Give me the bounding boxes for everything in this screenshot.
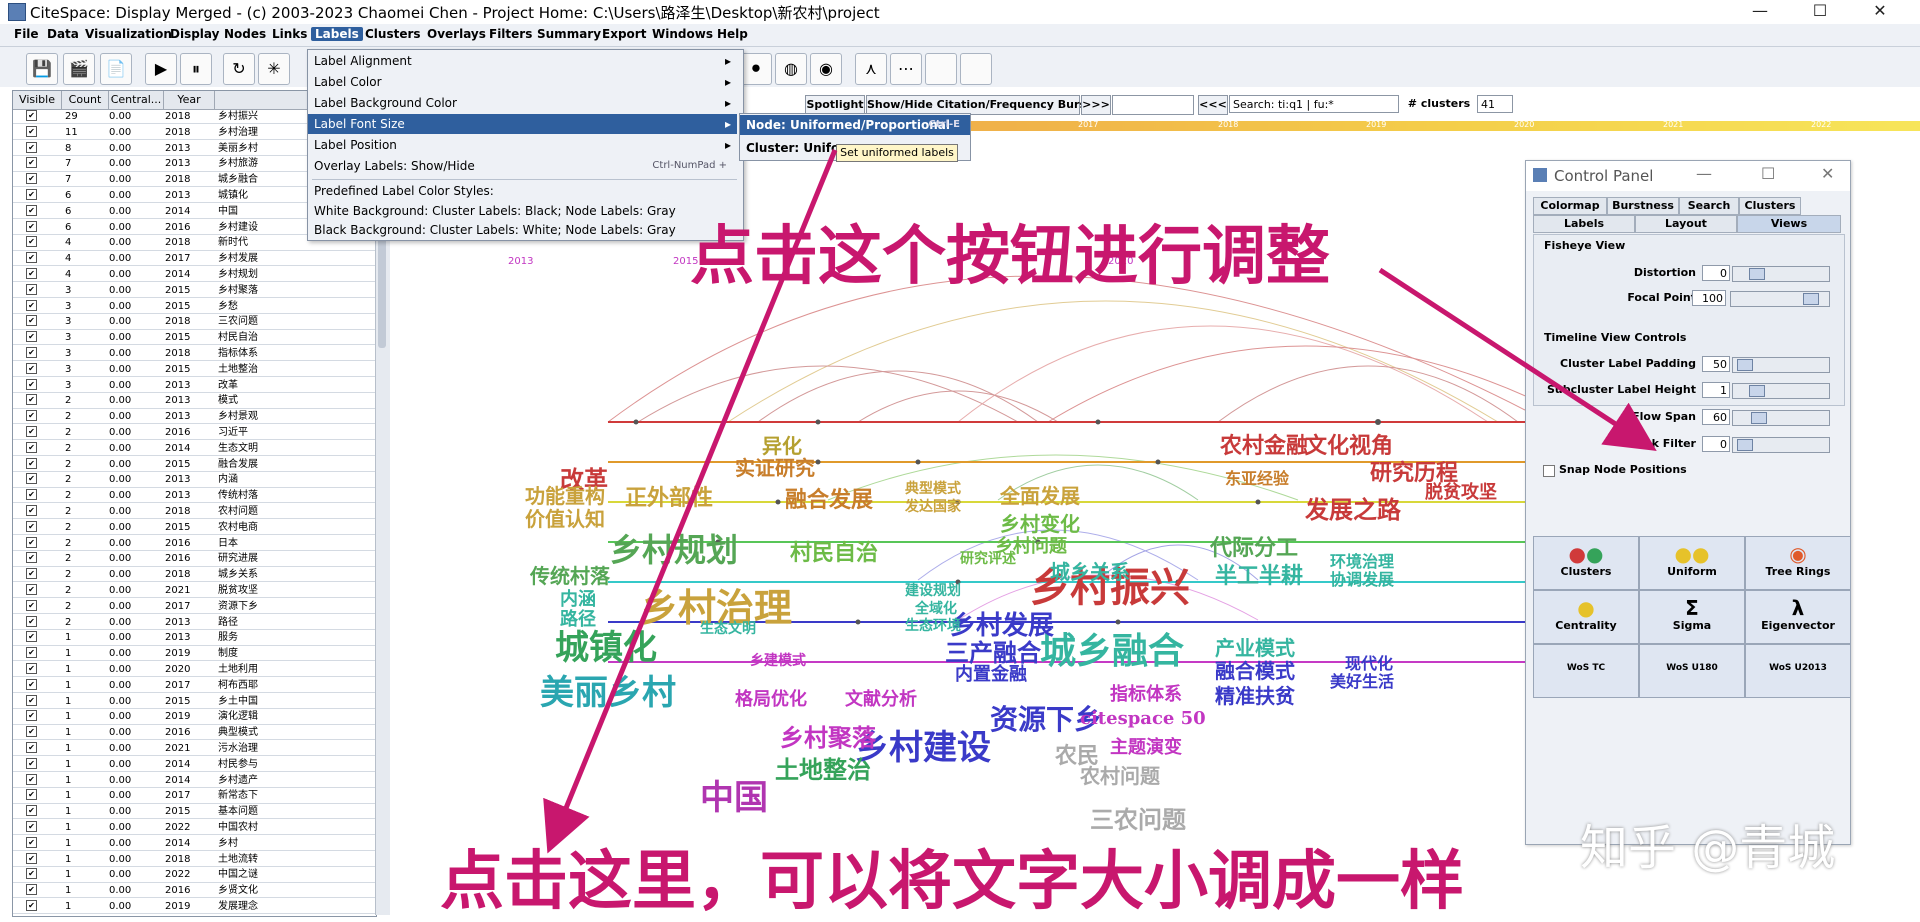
annotation-bottom: 点击这里，可以将文字大小调成一样 — [440, 844, 1464, 919]
annotation-arrows — [543, 149, 1657, 854]
annotation-top: 点击这个按钮进行调整 — [690, 219, 1330, 294]
watermark: 知乎 @青城 — [1580, 820, 1836, 876]
